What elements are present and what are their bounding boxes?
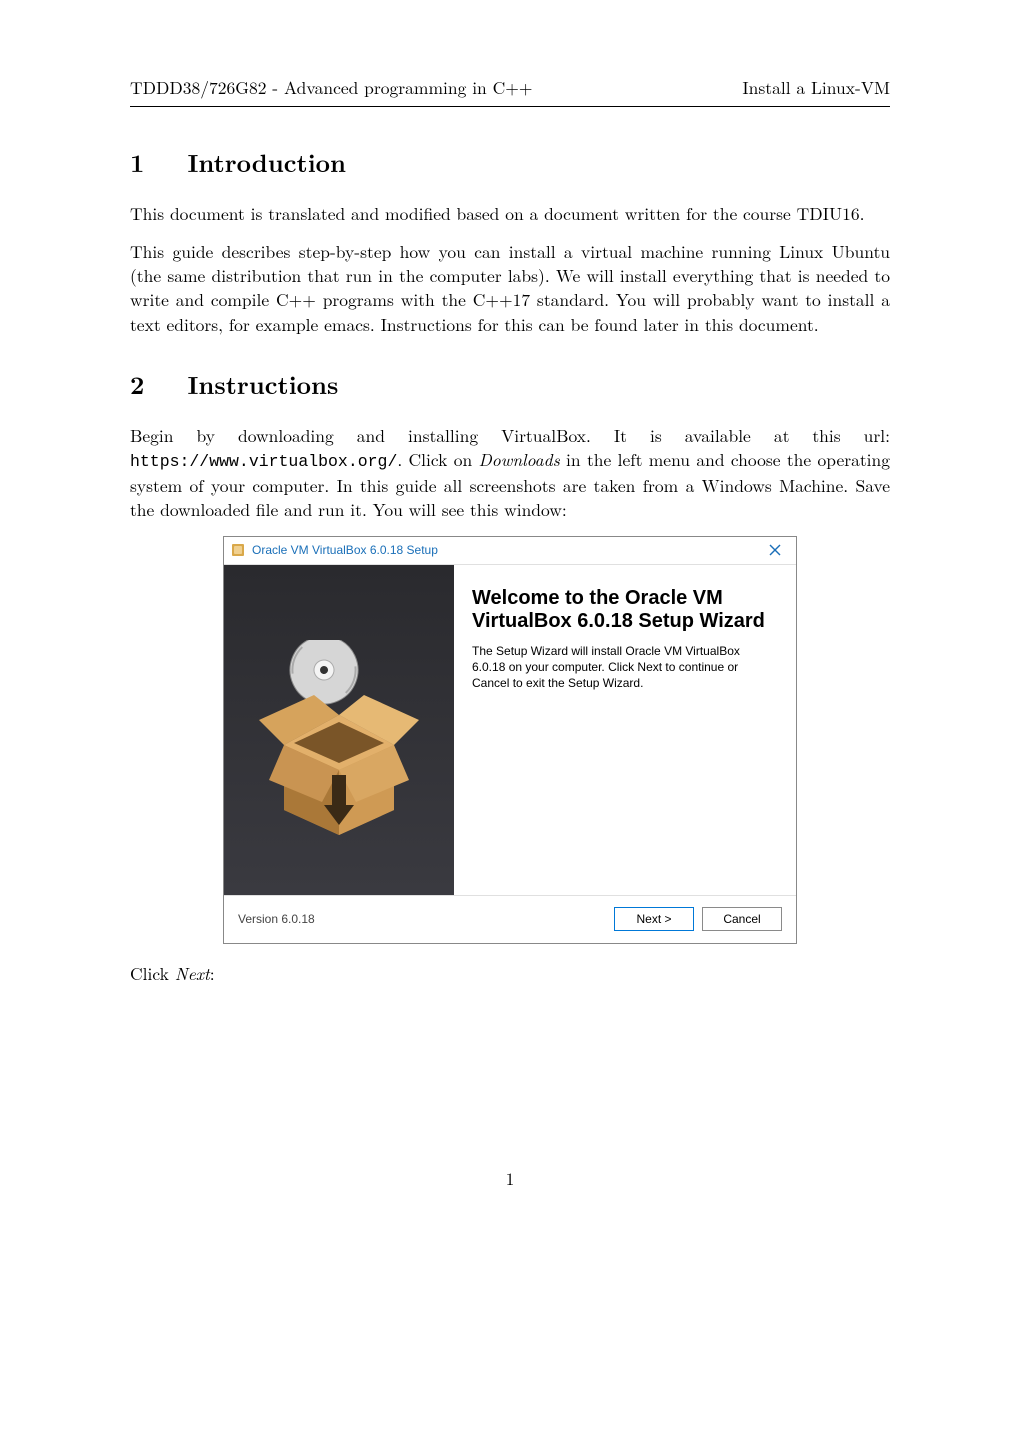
intro-p1: This document is translated and modified… <box>130 202 890 226</box>
click-word: Click <box>130 961 175 986</box>
downloads-word: Downloads <box>479 447 560 472</box>
section-1-heading: 1 Introduction <box>130 145 890 180</box>
colon: : <box>210 961 215 986</box>
intro-p2: This guide describes step-by-step how yo… <box>130 240 890 337</box>
instructions-p1: Begin by downloading and installing Virt… <box>130 424 890 522</box>
dialog-content: Welcome to the Oracle VM VirtualBox 6.0.… <box>454 565 796 895</box>
section-1-title: Introduction <box>188 145 347 180</box>
box-icon <box>254 640 424 840</box>
footer-buttons: Next > Cancel <box>614 907 782 931</box>
click-next-line: Click Next: <box>130 962 890 986</box>
dialog-body: Welcome to the Oracle VM VirtualBox 6.0.… <box>224 565 796 895</box>
header-right: Install a Linux-VM <box>742 75 890 100</box>
close-icon[interactable] <box>754 536 796 564</box>
section-1-number: 1 <box>130 145 144 180</box>
dialog-footer: Version 6.0.18 Next > Cancel <box>224 895 796 943</box>
version-label: Version 6.0.18 <box>238 912 315 926</box>
dialog-title: Oracle VM VirtualBox 6.0.18 Setup <box>252 543 754 557</box>
vbox-setup-dialog: Oracle VM VirtualBox 6.0.18 Setup <box>223 536 797 944</box>
installer-icon <box>230 542 246 558</box>
instr-p1-a: Begin by downloading and installing Virt… <box>130 423 890 448</box>
section-2-title: Instructions <box>188 367 339 402</box>
next-button[interactable]: Next > <box>614 907 694 931</box>
section-2-heading: 2 Instructions <box>130 367 890 402</box>
page-number: 1 <box>130 1166 890 1191</box>
instr-p1-b: . Click on <box>397 447 478 472</box>
next-word: Next <box>175 961 210 986</box>
dialog-titlebar: Oracle VM VirtualBox 6.0.18 Setup <box>224 537 796 565</box>
cancel-button[interactable]: Cancel <box>702 907 782 931</box>
wizard-heading: Welcome to the Oracle VM VirtualBox 6.0.… <box>472 587 774 633</box>
header-left: TDDD38/726G82 - Advanced programming in … <box>130 75 532 100</box>
page-header: TDDD38/726G82 - Advanced programming in … <box>130 75 890 107</box>
section-2-number: 2 <box>130 367 144 402</box>
wizard-body-text: The Setup Wizard will install Oracle VM … <box>472 643 774 692</box>
dialog-sidebar <box>224 565 454 895</box>
virtualbox-url: https://www.virtualbox.org/ <box>130 452 397 471</box>
